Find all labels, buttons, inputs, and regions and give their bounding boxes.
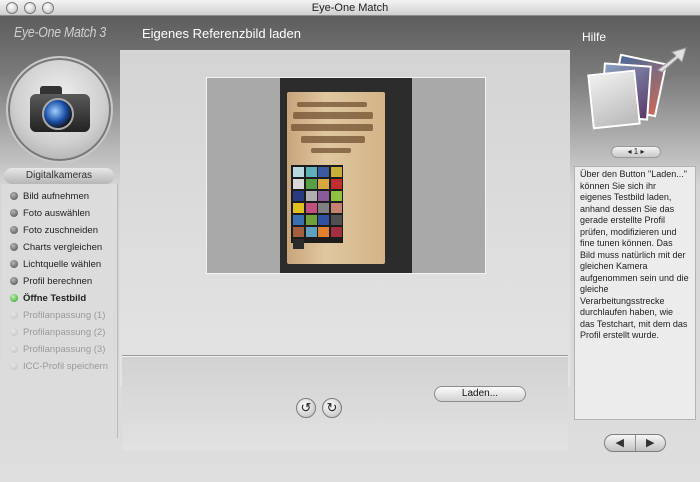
arrow-up-right-icon xyxy=(657,47,687,73)
color-patch xyxy=(318,179,329,189)
step-profilanpassung-2: Profilanpassung (2) xyxy=(10,326,105,340)
color-patch xyxy=(330,203,342,213)
zoom-window-button[interactable] xyxy=(42,2,54,14)
navigation-buttons: ◀ ▶ xyxy=(604,434,666,452)
color-patch xyxy=(293,203,304,213)
status-dot-icon xyxy=(10,209,18,217)
window-titlebar: Eye-One Match xyxy=(0,0,700,16)
rotate-right-icon: ↻ xyxy=(326,400,338,415)
color-patch xyxy=(293,191,304,201)
color-patch xyxy=(293,179,304,189)
text-line xyxy=(291,124,373,131)
color-patch xyxy=(305,179,317,189)
rotate-left-icon: ↺ xyxy=(300,400,312,415)
status-dot-icon xyxy=(10,311,18,319)
status-dot-icon xyxy=(10,362,18,370)
color-patch xyxy=(318,167,329,177)
help-illustration-icon xyxy=(584,44,694,144)
color-patch xyxy=(305,203,317,213)
help-text-panel: Über den Button "Laden..." können Sie si… xyxy=(574,166,696,420)
status-dot-icon xyxy=(10,260,18,268)
step-profilanpassung-3: Profilanpassung (3) xyxy=(10,343,105,357)
color-patch xyxy=(330,227,342,237)
rotate-left-button[interactable]: ↺ xyxy=(296,398,316,418)
status-dot-icon xyxy=(10,277,18,285)
step-label: Foto zuschneiden xyxy=(23,225,98,236)
load-button[interactable]: Laden... xyxy=(434,386,526,402)
step-foto-zuschneiden[interactable]: Foto zuschneiden xyxy=(10,224,98,238)
rotate-right-button[interactable]: ↻ xyxy=(322,398,342,418)
status-dot-icon xyxy=(10,328,18,336)
step-label: Charts vergleichen xyxy=(23,242,103,253)
color-patch xyxy=(293,215,304,225)
color-patch xyxy=(330,191,342,201)
text-line xyxy=(297,102,367,107)
photo-card xyxy=(587,69,641,130)
color-patch xyxy=(318,203,329,213)
color-patch xyxy=(330,179,342,189)
help-page-number: 1 xyxy=(633,147,639,156)
help-title: Hilfe xyxy=(582,30,607,44)
color-patch xyxy=(293,167,304,177)
close-window-button[interactable] xyxy=(6,2,18,14)
step-profilanpassung-1: Profilanpassung (1) xyxy=(10,309,105,323)
help-text: Über den Button "Laden..." können Sie si… xyxy=(580,169,689,340)
forward-button[interactable]: ▶ xyxy=(634,435,666,451)
text-line xyxy=(293,112,373,119)
color-patch xyxy=(318,227,329,237)
color-patch xyxy=(293,227,304,237)
step-lichtquelle-waehlen[interactable]: Lichtquelle wählen xyxy=(10,258,101,272)
step-foto-auswaehlen[interactable]: Foto auswählen xyxy=(10,207,90,221)
step-label: Bild aufnehmen xyxy=(23,191,90,202)
status-dot-icon xyxy=(10,243,18,251)
text-line xyxy=(311,148,351,153)
help-pager[interactable]: ◂ 1 ▸ xyxy=(611,146,661,158)
color-patch xyxy=(305,227,317,237)
step-profil-berechnen[interactable]: Profil berechnen xyxy=(10,275,92,289)
step-label: Foto auswählen xyxy=(23,208,91,219)
step-label: Profilanpassung (3) xyxy=(23,344,106,355)
brand-logo: Eye-One Match 3 xyxy=(14,24,107,41)
step-oeffne-testbild[interactable]: Öffne Testbild xyxy=(10,292,86,306)
step-icc-profil-speichern: ICC-Profil speichern xyxy=(10,360,108,374)
color-patch xyxy=(293,239,304,249)
section-label: Digitalkameras xyxy=(4,168,114,184)
color-patch xyxy=(330,167,342,177)
color-patch xyxy=(318,215,329,225)
status-dot-icon xyxy=(10,192,18,200)
color-patch xyxy=(305,167,317,177)
color-patch xyxy=(330,215,342,225)
camera-icon xyxy=(6,56,113,163)
status-dot-icon xyxy=(10,226,18,234)
step-bild-aufnehmen[interactable]: Bild aufnehmen xyxy=(10,190,89,204)
step-list: Bild aufnehmen Foto auswählen Foto zusch… xyxy=(2,184,118,438)
status-dot-icon xyxy=(10,345,18,353)
step-charts-vergleichen[interactable]: Charts vergleichen xyxy=(10,241,102,255)
step-label: Profilanpassung (1) xyxy=(23,310,106,321)
color-patch xyxy=(305,191,317,201)
test-image-preview xyxy=(206,77,486,274)
color-patch xyxy=(305,215,317,225)
step-label: Öffne Testbild xyxy=(23,293,87,304)
step-label: Profilanpassung (2) xyxy=(23,327,106,338)
step-label: Lichtquelle wählen xyxy=(23,259,102,270)
minimize-window-button[interactable] xyxy=(24,2,36,14)
status-dot-icon xyxy=(10,294,18,302)
window-title: Eye-One Match xyxy=(311,2,389,14)
action-panel xyxy=(122,356,568,450)
back-button[interactable]: ◀ xyxy=(605,435,635,451)
color-chart xyxy=(291,165,343,249)
page-title: Eigenes Referenzbild laden xyxy=(142,26,301,41)
camera-lens-shape xyxy=(42,98,74,130)
text-line xyxy=(301,136,365,143)
step-label: ICC-Profil speichern xyxy=(23,361,108,372)
step-label: Profil berechnen xyxy=(23,276,93,287)
color-patch xyxy=(318,191,329,201)
